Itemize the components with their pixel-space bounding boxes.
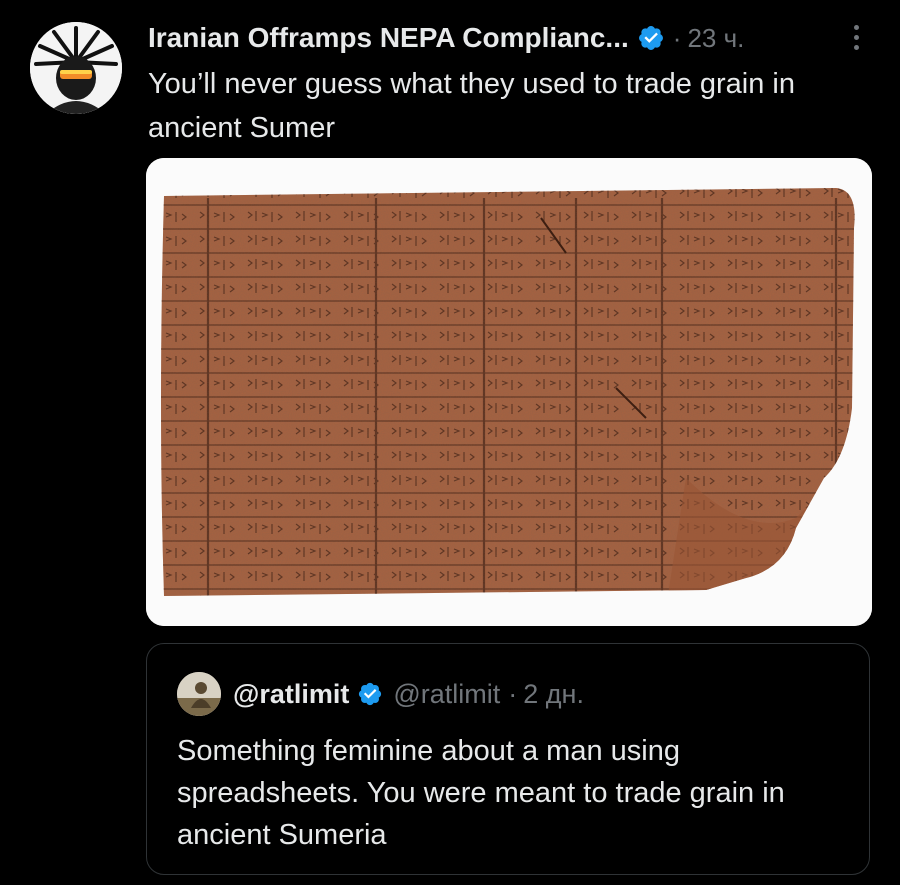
quote-avatar-image <box>177 672 221 716</box>
tweet-text: You’ll never guess what they used to tra… <box>148 68 796 144</box>
tweet-header: Iranian Offramps NEPA Complianc... · 23 … <box>148 18 744 58</box>
tweet-separator: · <box>672 22 682 53</box>
tweet-media[interactable] <box>146 158 872 626</box>
verified-badge-icon <box>638 26 663 50</box>
quote-handle[interactable]: @ratlimit <box>393 679 500 710</box>
author-avatar-image <box>30 22 122 114</box>
tweet-time[interactable]: 23 ч. <box>687 23 744 54</box>
quote-separator: · <box>508 678 518 709</box>
author-avatar[interactable] <box>30 22 122 114</box>
quote-author-name[interactable]: @ratlimit <box>233 679 349 710</box>
author-name[interactable]: Iranian Offramps NEPA Complianc... <box>148 22 629 54</box>
clay-tablet-image <box>146 158 872 626</box>
quote-time[interactable]: 2 дн. <box>523 679 584 710</box>
more-options-icon[interactable] <box>850 22 862 56</box>
quote-author-avatar[interactable] <box>177 672 221 716</box>
quoted-tweet[interactable]: @ratlimit @ratlimit · 2 дн. Something fe… <box>146 643 870 875</box>
verified-badge-icon <box>359 682 382 706</box>
quote-text: Something feminine about a man using spr… <box>177 735 785 851</box>
quote-header: @ratlimit @ratlimit · 2 дн. <box>233 674 584 714</box>
